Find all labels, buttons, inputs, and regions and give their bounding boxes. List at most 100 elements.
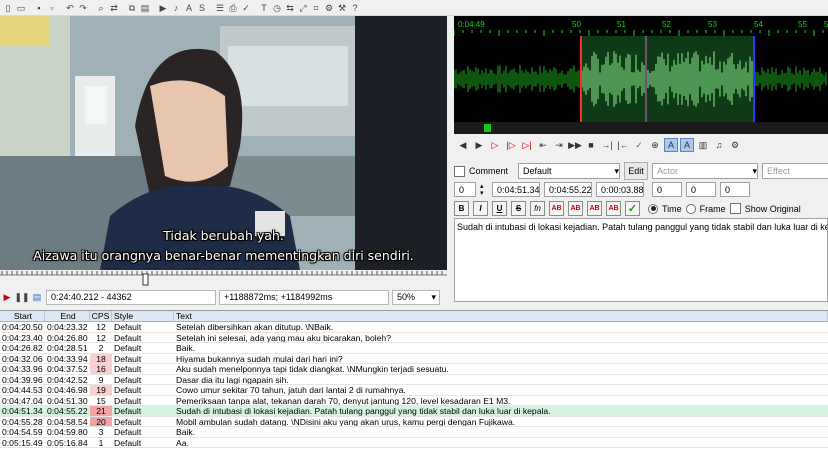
replace-icon[interactable]: ⇄	[108, 2, 120, 14]
zoom-select[interactable]: 50% ▾	[392, 289, 440, 305]
margin-right-field[interactable]: 0	[686, 182, 716, 197]
primary-color-button[interactable]: AB	[549, 201, 564, 216]
seek-thumb[interactable]	[142, 273, 149, 286]
video-seek-bar[interactable]	[0, 270, 447, 288]
duration-field[interactable]: 0:00:03.88	[596, 182, 644, 197]
cell-cps: 21	[90, 406, 112, 416]
layer-spin-icon[interactable]: ▴ ▾	[480, 183, 488, 197]
auto-scroll-icon[interactable]: A	[680, 138, 694, 152]
header-start[interactable]: Start	[0, 311, 45, 321]
style-select[interactable]: Default ▾	[518, 163, 621, 179]
properties-icon[interactable]: ☰	[214, 2, 226, 14]
table-row[interactable]: 0:04:39.96 0:04:42.52 9 Default Dasar dia it…	[0, 374, 828, 385]
show-original-checkbox[interactable]	[729, 203, 741, 214]
find-icon[interactable]: ⌕	[95, 2, 107, 14]
table-row[interactable]: 0:04:23.40 0:04:26.80 12 Default Setelah ini…	[0, 333, 828, 343]
header-end[interactable]: End	[45, 311, 90, 321]
play-end-icon[interactable]: ⇥	[552, 138, 566, 152]
actor-select[interactable]: Actor ▾	[652, 163, 759, 179]
autoscroll-icon[interactable]: ▤	[31, 291, 43, 303]
spell-check-icon[interactable]: ✓	[240, 2, 252, 14]
tag-icon[interactable]: ⌗	[310, 2, 322, 14]
help-icon[interactable]: ?	[349, 2, 361, 14]
secondary-color-button[interactable]: AB	[568, 201, 583, 216]
layer-field[interactable]: 0	[454, 182, 476, 197]
table-row[interactable]: 0:04:55.28 0:04:58.54 20 Default Mobil ambul…	[0, 416, 828, 427]
redo-icon[interactable]: ↷	[77, 2, 89, 14]
new-file-icon[interactable]: ▯	[2, 2, 14, 14]
cell-end: 0:04:42.52	[47, 374, 88, 384]
translation-icon[interactable]: T	[258, 2, 270, 14]
options-icon[interactable]: ⚒	[336, 2, 348, 14]
header-style[interactable]: Style	[112, 311, 174, 321]
video-icon[interactable]: ▶	[157, 2, 169, 14]
resample-icon[interactable]: ⤢	[297, 2, 309, 14]
prev-line-icon[interactable]: ◀	[456, 138, 470, 152]
timing-icon[interactable]: ◷	[271, 2, 283, 14]
play-after-icon[interactable]: ▷|	[520, 138, 534, 152]
table-row[interactable]: 0:04:26.82 0:04:28.51 2 Default Baik.	[0, 343, 828, 354]
underline-button[interactable]: U	[492, 201, 507, 216]
undo-icon[interactable]: ↶	[64, 2, 76, 14]
play-line-icon[interactable]: ▶▶	[568, 138, 582, 152]
bold-button[interactable]: B	[454, 201, 469, 216]
table-row[interactable]: 0:04:47.04 0:04:51.30 15 Default Pemeriksaan…	[0, 396, 828, 406]
audio-waveform[interactable]: 0:04:49 50 51 52 53 54 55 56	[454, 16, 828, 134]
table-row[interactable]: 0:04:33.96 0:04:37.52 16 Default Aku sudah m…	[0, 364, 828, 375]
frame-radio[interactable]	[685, 203, 696, 214]
table-row[interactable]: 0:04:51.34 0:04:55.22 21 Default Sudah di in…	[0, 406, 828, 417]
lead-out-icon[interactable]: |←	[616, 138, 630, 152]
align-icon[interactable]: ⚙	[728, 138, 742, 152]
commit-icon[interactable]: ✓	[632, 138, 646, 152]
play-selection-icon[interactable]: ▷	[488, 138, 502, 152]
margin-left-field[interactable]: 0	[652, 182, 682, 197]
video-display[interactable]: Tidak berubah yah. Aizawa itu orangnya b…	[0, 16, 447, 270]
commit-check-icon[interactable]: ✓	[625, 201, 640, 216]
pause-icon[interactable]: ❚❚	[14, 291, 29, 303]
header-cps[interactable]: CPS	[90, 311, 112, 321]
copy-icon[interactable]: ⧉	[126, 2, 138, 14]
play-before-icon[interactable]: |▷	[504, 138, 518, 152]
styles-manager-icon[interactable]: S	[196, 2, 208, 14]
table-row[interactable]: 0:05:15.49 0:05:16.84 1 Default Aa.	[0, 438, 828, 448]
attachments-icon[interactable]: ⎙	[227, 2, 239, 14]
margin-vertical-field[interactable]: 0	[720, 182, 750, 197]
table-row[interactable]: 0:04:20.50 0:04:23.32 12 Default Setelah dib…	[0, 322, 828, 333]
start-time-field[interactable]: 0:04:51.34	[492, 182, 540, 197]
comment-checkbox[interactable]	[454, 165, 465, 177]
open-icon[interactable]: ▭	[15, 2, 27, 14]
cell-style: Default	[114, 364, 142, 374]
table-row[interactable]: 0:04:54.59 0:04:59.80 3 Default Baik.	[0, 427, 828, 438]
end-time-field[interactable]: 0:04:55.22	[544, 182, 592, 197]
time-radio[interactable]	[648, 203, 658, 214]
shadow-color-button[interactable]: AB	[606, 201, 621, 216]
audio-icon[interactable]: ♪	[170, 2, 182, 14]
header-text[interactable]: Text	[174, 311, 828, 321]
subtitle-text-edit[interactable]: Sudah di intubasi di lokasi kejadian. Pa…	[454, 218, 828, 302]
strikeout-button[interactable]: S	[511, 201, 526, 216]
save-as-icon[interactable]: ▫	[46, 2, 58, 14]
karaoke-icon[interactable]: ♫	[712, 138, 726, 152]
font-button[interactable]: fn	[530, 201, 545, 216]
play-icon[interactable]: ▶	[1, 291, 13, 303]
stop-icon[interactable]: ■	[584, 138, 598, 152]
fonts-icon[interactable]: A	[183, 2, 195, 14]
next-line-icon[interactable]: ▶	[472, 138, 486, 152]
spectrum-icon[interactable]: ▥	[696, 138, 710, 152]
auto-commit-icon[interactable]: A	[664, 138, 678, 152]
save-icon[interactable]: ▪	[33, 2, 45, 14]
cell-start: 0:04:55.28	[2, 416, 43, 426]
outline-color-button[interactable]: AB	[587, 201, 602, 216]
italic-button[interactable]: I	[473, 201, 488, 216]
shift-times-icon[interactable]: ⇆	[284, 2, 296, 14]
effect-field[interactable]: Effect	[762, 163, 828, 179]
paste-icon[interactable]: ▤	[139, 2, 151, 14]
time-frame-field[interactable]: 0:24:40.212 - 44362	[46, 289, 216, 305]
table-row[interactable]: 0:04:44.53 0:04:46.98 19 Default Cowo umur s…	[0, 385, 828, 396]
play-start-icon[interactable]: ⇤	[536, 138, 550, 152]
lead-in-icon[interactable]: →|	[600, 138, 614, 152]
goto-icon[interactable]: ⊕	[648, 138, 662, 152]
edit-style-button[interactable]: Edit	[624, 162, 649, 180]
automation-icon[interactable]: ⚙	[323, 2, 335, 14]
table-row[interactable]: 0:04:32.06 0:04:33.94 18 Default Hiyama buka…	[0, 353, 828, 364]
